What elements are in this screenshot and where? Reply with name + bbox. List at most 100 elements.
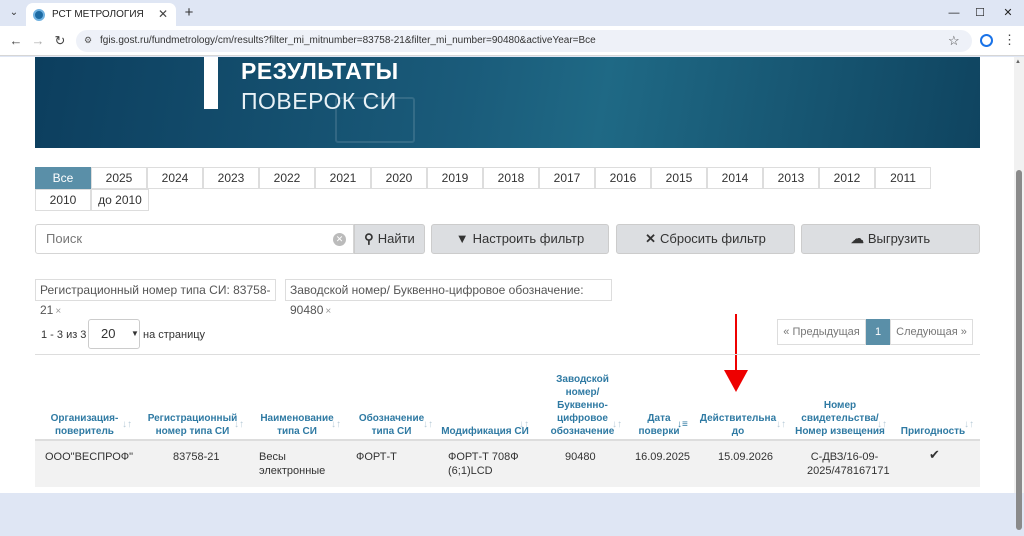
year-tab[interactable]: 2010	[35, 189, 91, 211]
hero-accent-bar	[204, 57, 218, 109]
col-type-name[interactable]: Наименование типа СИ	[252, 358, 342, 438]
funnel-icon: ▼	[455, 231, 469, 246]
year-tab[interactable]: 2019	[427, 167, 483, 189]
next-icon: »	[957, 326, 967, 338]
scrollbar[interactable]: ▲	[1014, 57, 1024, 530]
prev-page-button[interactable]: « Предыдущая	[777, 319, 866, 345]
reset-filter-button[interactable]: ✕ Сбросить фильтр	[616, 224, 795, 254]
year-tab[interactable]: 2017	[539, 167, 595, 189]
year-tab[interactable]: 2021	[315, 167, 371, 189]
cell-type-name: Весы электронные	[259, 451, 326, 477]
year-tab[interactable]: 2013	[763, 167, 819, 189]
year-tab[interactable]: 2022	[259, 167, 315, 189]
tab-strip: ⌄ РСТ МЕТРОЛОГИЯ ✕ + — ☐ ✕	[0, 0, 1024, 26]
menu-kebab-icon[interactable]: ⋮	[1003, 32, 1016, 48]
year-tab[interactable]: 2025	[91, 167, 147, 189]
col-valid-until[interactable]: Действительна до	[698, 358, 778, 438]
scroll-up-icon[interactable]: ▲	[1015, 59, 1021, 65]
col-certificate-label: Номер свидетельства/ Номер извещения	[795, 400, 885, 437]
minimize-icon[interactable]: —	[944, 5, 964, 21]
col-org-label: Организация-поверитель	[50, 413, 119, 437]
search-icon: ⚲	[364, 231, 374, 246]
col-certificate[interactable]: Номер свидетельства/ Номер извещения	[790, 358, 890, 438]
monitor-illustration	[335, 97, 415, 143]
window-close-icon[interactable]: ✕	[998, 5, 1018, 21]
filter-chip-text: Регистрационный номер типа СИ: 83758-21	[40, 283, 271, 317]
col-reg-number-label: Регистрационный номер типа СИ	[147, 413, 238, 437]
cell-reg-number[interactable]: 83758-21	[173, 450, 220, 464]
year-tab[interactable]: 2020	[371, 167, 427, 189]
scrollbar-thumb[interactable]	[1016, 170, 1022, 530]
cell-designation: ФОРТ-Т	[356, 451, 397, 463]
cloud-upload-icon: ☁	[850, 231, 864, 246]
site-info-icon[interactable]: ⚙	[84, 35, 95, 46]
year-tab[interactable]: 2012	[819, 167, 875, 189]
export-label: Выгрузить	[867, 231, 931, 246]
year-tab[interactable]: 2016	[595, 167, 651, 189]
cell-certificate[interactable]: С-ДВЗ/16-09-2025/478167171	[807, 450, 890, 478]
page-viewport: РЕЗУЛЬТАТЫ ПОВЕРОК СИ Все 2025 2024 2023 202…	[0, 57, 1014, 493]
cell-modification: ФОРТ-Т 708Ф (6;1)LCD	[448, 451, 519, 477]
profile-icon[interactable]	[980, 34, 993, 47]
year-tab[interactable]: до 2010	[91, 189, 149, 211]
cell-valid-until: 15.09.2026	[718, 451, 774, 463]
search-input[interactable]: Поиск	[35, 224, 354, 254]
maximize-icon[interactable]: ☐	[970, 5, 990, 21]
remove-chip-icon[interactable]: ×	[55, 306, 61, 317]
col-suitability-label: Пригодность	[900, 426, 966, 437]
tab-close-icon[interactable]: ✕	[158, 3, 168, 26]
per-page-select[interactable]: 20 ▼	[88, 319, 140, 349]
export-button[interactable]: ☁ Выгрузить	[801, 224, 980, 254]
filter-chip-text: Заводской номер/ Буквенно-цифровое обозн…	[290, 283, 584, 317]
reload-icon[interactable]: ↻	[52, 33, 68, 49]
year-tab[interactable]: 2018	[483, 167, 539, 189]
year-tab[interactable]: 2024	[147, 167, 203, 189]
configure-filter-label: Настроить фильтр	[472, 231, 585, 246]
cell-org: ООО"ВЕСПРОФ"	[45, 451, 134, 463]
col-modification-label: Модификация СИ	[441, 426, 529, 437]
forward-icon[interactable]: →	[30, 33, 46, 49]
chevron-down-icon: ▼	[131, 329, 139, 338]
col-reg-number[interactable]: Регистрационный номер типа СИ	[140, 358, 245, 438]
cell-serial: 90480	[565, 451, 596, 463]
year-tab[interactable]: 2015	[651, 167, 707, 189]
filter-chip-serial[interactable]: Заводской номер/ Буквенно-цифровое обозн…	[285, 279, 612, 317]
results-count: 1 - 3 из 3	[41, 329, 87, 341]
year-tab[interactable]: Все	[35, 167, 91, 189]
year-tab[interactable]: 2023	[203, 167, 259, 189]
col-suitability[interactable]: Пригодность	[898, 358, 968, 438]
next-label: Следующая	[896, 326, 958, 338]
url-text: fgis.gost.ru/fundmetrology/cm/results?fi…	[100, 35, 596, 46]
back-icon[interactable]: ←	[8, 33, 24, 49]
col-modification[interactable]: Модификация СИ	[440, 358, 530, 438]
current-page-button[interactable]: 1	[866, 319, 890, 345]
per-page-label: на страницу	[143, 329, 206, 341]
col-designation[interactable]: Обозначение типа СИ	[350, 358, 433, 438]
configure-filter-button[interactable]: ▼ Настроить фильтр	[431, 224, 609, 254]
bookmark-star-icon[interactable]: ☆	[948, 33, 960, 49]
x-icon: ✕	[645, 231, 656, 246]
col-designation-label: Обозначение типа СИ	[358, 413, 425, 437]
year-tab[interactable]: 2011	[875, 167, 931, 189]
new-tab-icon[interactable]: +	[180, 4, 198, 22]
find-button[interactable]: ⚲ Найти	[354, 224, 425, 254]
col-valid-until-label: Действительна до	[699, 413, 777, 437]
per-page-value: 20	[101, 326, 116, 341]
filter-chip-reg-number[interactable]: Регистрационный номер типа СИ: 83758-21 ×	[35, 279, 276, 317]
reset-filter-label: Сбросить фильтр	[660, 231, 766, 246]
url-field[interactable]: ⚙ fgis.gost.ru/fundmetrology/cm/results?…	[76, 30, 972, 52]
tab-search-icon[interactable]: ⌄	[6, 5, 22, 21]
col-type-name-label: Наименование типа СИ	[260, 413, 334, 437]
hero-title-line1: РЕЗУЛЬТАТЫ	[241, 58, 399, 84]
checkmark-icon: ✔	[929, 447, 940, 462]
favicon-icon	[33, 9, 45, 21]
remove-chip-icon[interactable]: ×	[325, 306, 331, 317]
hero-banner: РЕЗУЛЬТАТЫ ПОВЕРОК СИ	[35, 57, 980, 148]
year-tab[interactable]: 2014	[707, 167, 763, 189]
col-org[interactable]: Организация-поверитель	[37, 358, 132, 438]
prev-label: Предыдущая	[792, 326, 860, 338]
next-page-button[interactable]: Следующая »	[890, 319, 973, 345]
browser-tab[interactable]: РСТ МЕТРОЛОГИЯ ✕	[26, 3, 176, 26]
tab-title: РСТ МЕТРОЛОГИЯ	[52, 9, 144, 20]
clear-search-icon[interactable]: ✕	[333, 233, 346, 246]
